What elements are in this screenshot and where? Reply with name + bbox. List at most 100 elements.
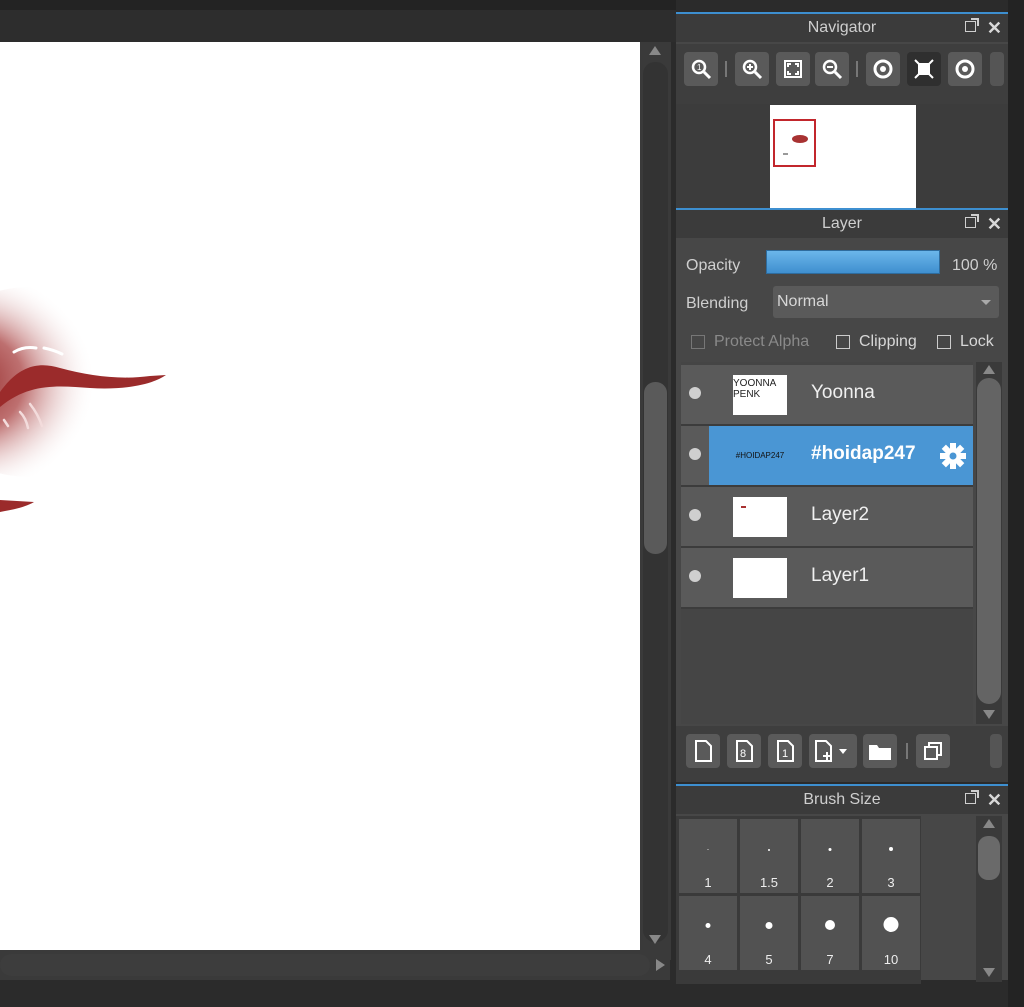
toolbar-separator xyxy=(906,743,908,759)
layer-list-scrollbar[interactable] xyxy=(976,362,1002,724)
visibility-dot-icon[interactable] xyxy=(689,387,701,399)
layer-name: #hoidap247 xyxy=(811,443,916,464)
thumb-text: YOONNA xyxy=(733,378,777,389)
brush-size-label: 10 xyxy=(883,952,899,967)
brush-size-5[interactable]: 5 xyxy=(740,896,798,970)
layer-name: Layer1 xyxy=(811,565,870,586)
scroll-down-icon[interactable] xyxy=(983,968,995,977)
opacity-slider[interactable] xyxy=(766,250,940,274)
blending-value: Normal xyxy=(777,293,829,310)
brush-size-7[interactable]: 7 xyxy=(801,896,859,970)
scroll-thumb[interactable] xyxy=(978,836,1000,880)
layer-row-hoidap247[interactable]: #HOIDAP247 #hoidap247 xyxy=(681,426,973,487)
visibility-cell[interactable] xyxy=(681,487,709,546)
layer-name: Yoonna xyxy=(811,382,875,403)
layer-name: Layer2 xyxy=(811,504,870,525)
svg-text:1: 1 xyxy=(782,748,788,760)
toolbar-overflow[interactable] xyxy=(990,734,1002,768)
zoom-out-icon[interactable] xyxy=(815,52,849,86)
scroll-up-icon[interactable] xyxy=(649,46,661,55)
protect-alpha-checkbox[interactable]: Protect Alpha xyxy=(691,333,809,351)
brush-size-label: 2 xyxy=(826,875,834,890)
brush-size-title-text: Brush Size xyxy=(803,791,881,808)
svg-text:8: 8 xyxy=(740,748,746,760)
scroll-right-icon[interactable] xyxy=(656,959,665,971)
brush-size-1.5[interactable]: 1.5 xyxy=(740,819,798,893)
fit-screen-icon[interactable] xyxy=(776,52,810,86)
add-layer-dropdown-icon[interactable] xyxy=(809,734,857,768)
scroll-up-icon[interactable] xyxy=(983,819,995,828)
layer-row-layer2[interactable]: Layer2 xyxy=(681,487,973,548)
rotate-left-icon[interactable] xyxy=(866,52,900,86)
navigator-preview[interactable] xyxy=(676,104,1008,214)
brush-size-scrollbar[interactable] xyxy=(976,816,1002,982)
scroll-track[interactable] xyxy=(643,62,668,942)
clipping-checkbox[interactable]: Clipping xyxy=(836,333,917,351)
canvas-vertical-scrollbar[interactable] xyxy=(640,42,671,960)
layer-thumbnail: #HOIDAP247 xyxy=(733,436,787,476)
scroll-down-icon[interactable] xyxy=(649,935,661,944)
new-layer-icon[interactable] xyxy=(686,734,720,768)
close-icon[interactable]: ✕ xyxy=(987,786,1002,814)
layer-title: Layer ✕ xyxy=(676,210,1008,238)
zoom-actual-icon[interactable]: 1 xyxy=(684,52,718,86)
layer-settings-gear-icon[interactable] xyxy=(939,442,967,470)
canvas-horizontal-scrollbar[interactable] xyxy=(0,950,670,980)
svg-text:1: 1 xyxy=(697,63,702,72)
brush-size-label: 7 xyxy=(826,952,834,967)
new-1bit-layer-icon[interactable]: 1 xyxy=(768,734,802,768)
brush-dot-icon xyxy=(889,847,893,851)
hscroll-thumb[interactable] xyxy=(0,954,650,976)
visibility-dot-icon[interactable] xyxy=(689,448,701,460)
layer-row-layer1[interactable]: Layer1 xyxy=(681,548,973,609)
brush-size-1[interactable]: 1 xyxy=(679,819,737,893)
navigator-toolbar: 1 xyxy=(676,44,1008,104)
brush-size-10[interactable]: 10 xyxy=(862,896,920,970)
scroll-up-icon[interactable] xyxy=(983,365,995,374)
scroll-thumb[interactable] xyxy=(977,378,1001,704)
brush-size-title: Brush Size ✕ xyxy=(676,786,1008,814)
close-icon[interactable]: ✕ xyxy=(987,14,1002,42)
layer-toolbar: 8 1 xyxy=(676,726,1008,782)
navigator-view-rect[interactable] xyxy=(773,119,816,167)
thumb-mark xyxy=(741,506,746,508)
brush-size-2[interactable]: 2 xyxy=(801,819,859,893)
brush-size-4[interactable]: 4 xyxy=(679,896,737,970)
brush-size-label: 3 xyxy=(887,875,895,890)
toolbar-separator xyxy=(725,61,727,77)
canvas-artwork xyxy=(0,287,166,512)
brush-size-label: 1.5 xyxy=(759,875,779,890)
popout-icon[interactable] xyxy=(965,18,979,32)
checkbox-icon xyxy=(836,335,850,349)
scroll-down-icon[interactable] xyxy=(983,710,995,719)
lock-label: Lock xyxy=(960,333,994,350)
popout-icon[interactable] xyxy=(965,214,979,228)
canvas-top-bar xyxy=(0,0,676,42)
new-halftone-layer-icon[interactable]: 8 xyxy=(727,734,761,768)
lock-checkbox[interactable]: Lock xyxy=(937,333,994,351)
duplicate-layer-icon[interactable] xyxy=(916,734,950,768)
rotate-right-icon[interactable] xyxy=(948,52,982,86)
blending-select[interactable]: Normal xyxy=(773,286,999,318)
visibility-cell[interactable] xyxy=(681,426,709,485)
layer-thumbnail xyxy=(733,558,787,598)
popout-icon[interactable] xyxy=(965,790,979,804)
navigator-panel: Navigator ✕ 1 xyxy=(676,12,1008,214)
close-icon[interactable]: ✕ xyxy=(987,210,1002,238)
reset-view-icon[interactable] xyxy=(907,52,941,86)
layer-row-yoonna[interactable]: YOONNA PENK Yoonna xyxy=(681,365,973,426)
layer-thumbnail xyxy=(733,497,787,537)
drawing-canvas[interactable] xyxy=(0,42,640,950)
new-folder-icon[interactable] xyxy=(863,734,897,768)
scroll-thumb[interactable] xyxy=(644,382,667,554)
brush-size-3[interactable]: 3 xyxy=(862,819,920,893)
visibility-dot-icon[interactable] xyxy=(689,509,701,521)
window-edge xyxy=(1008,0,1024,1007)
visibility-cell[interactable] xyxy=(681,365,709,424)
layer-panel: Layer ✕ Opacity 100 % Blending Normal Pr… xyxy=(676,208,1008,782)
visibility-cell[interactable] xyxy=(681,548,709,607)
zoom-in-icon[interactable] xyxy=(735,52,769,86)
visibility-dot-icon[interactable] xyxy=(689,570,701,582)
toolbar-overflow[interactable] xyxy=(990,52,1004,86)
navigator-title-text: Navigator xyxy=(807,19,877,36)
